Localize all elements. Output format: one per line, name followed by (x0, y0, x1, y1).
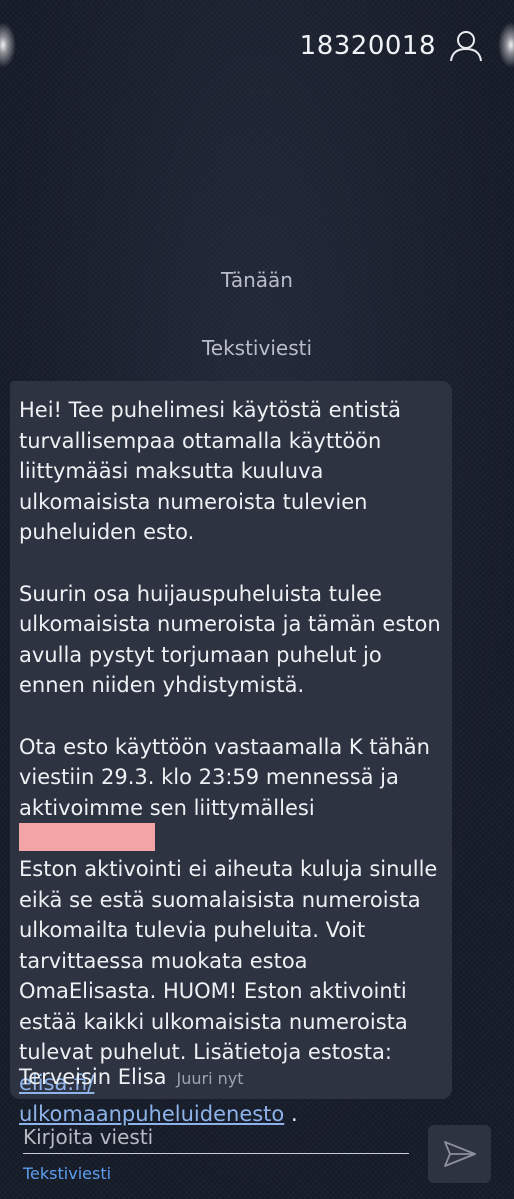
signature-row: Terveisin Elisa Juuri nyt (19, 1065, 244, 1089)
contact-number: 18320018 (299, 31, 436, 61)
person-icon[interactable] (448, 28, 484, 64)
message-signature: Terveisin Elisa (19, 1065, 167, 1089)
message-paragraph: Hei! Tee puhelimesi käytöstä entistä tur… (19, 398, 402, 545)
camera-glow-right (498, 22, 514, 68)
redacted-number (19, 823, 155, 852)
message-type-label: Tekstiviesti (201, 336, 313, 360)
send-button[interactable] (428, 1125, 491, 1183)
message-text: Ota esto käyttöön vastaamalla K tähän vi… (19, 734, 430, 820)
message-bubble[interactable]: Hei! Tee puhelimesi käytöstä entistä tur… (10, 381, 452, 1126)
message-input[interactable] (23, 1120, 409, 1154)
send-icon (443, 1141, 476, 1167)
compose-mode-label[interactable]: Tekstiviesti (23, 1164, 409, 1183)
message-text: Eston aktivointi ei aiheuta kuluja sinul… (19, 856, 438, 1065)
message-paragraph: Suurin osa huijauspuheluista tulee ulkom… (19, 581, 441, 698)
conversation-header[interactable]: 18320018 (300, 26, 484, 66)
compose-area: Tekstiviesti (23, 1120, 409, 1183)
camera-glow-left (0, 22, 16, 68)
message-timestamp: Juuri nyt (176, 1069, 244, 1088)
date-separator: Tänään (220, 268, 293, 292)
